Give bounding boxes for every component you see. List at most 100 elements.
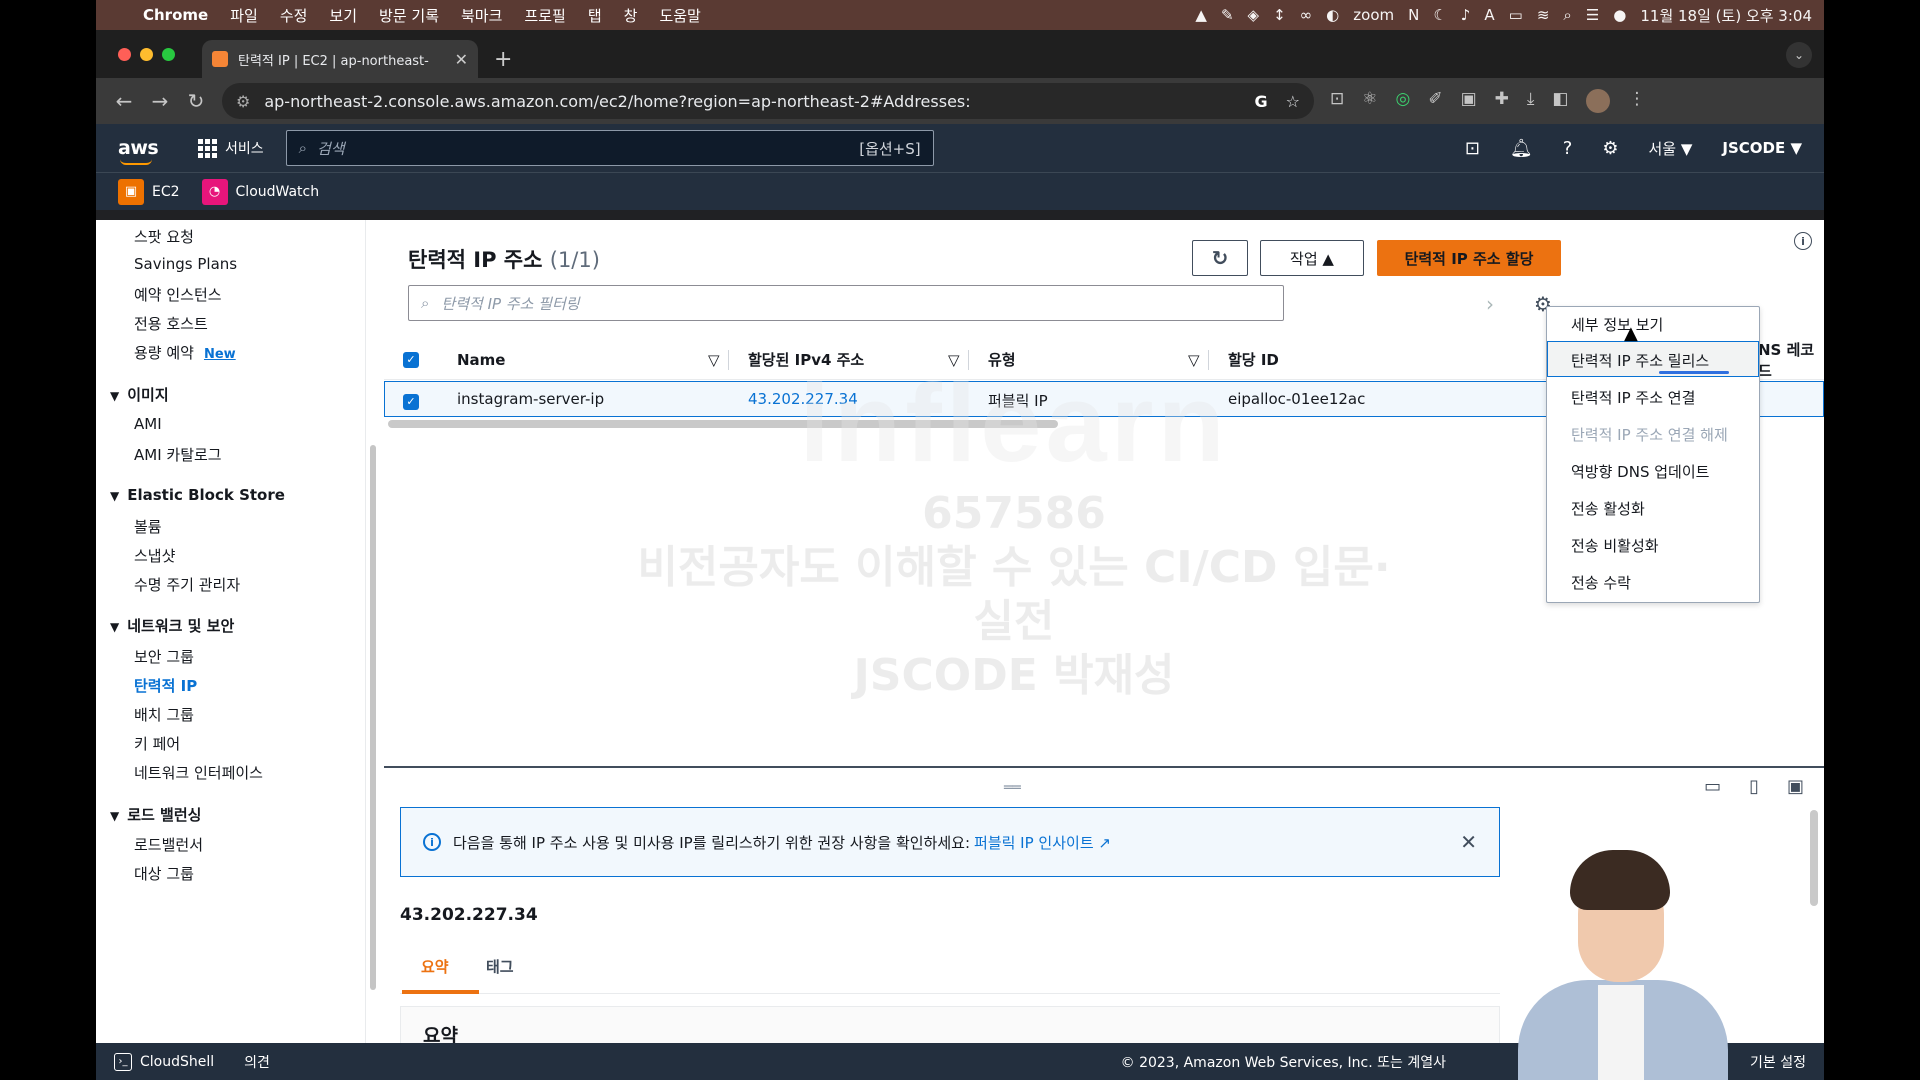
panel-side-icon[interactable]: ▯ — [1749, 776, 1759, 797]
cookie-preferences-link[interactable]: 기본 설정 — [1750, 1052, 1806, 1072]
screenshot-extension-icon[interactable]: ⊡ — [1330, 89, 1344, 113]
sidebar-item-ami[interactable]: AMI — [134, 415, 162, 433]
tab-summary[interactable]: 요약 — [421, 956, 449, 977]
sidebar-item-elastic-ips[interactable]: 탄력적 IP — [134, 675, 197, 696]
panel-bottom-icon[interactable]: ▭ — [1704, 776, 1721, 797]
forward-icon[interactable]: → — [142, 89, 178, 113]
sidebar-item-spot-requests[interactable]: 스팟 요청 — [134, 226, 194, 247]
extension-box-icon[interactable]: ▣ — [1461, 89, 1477, 113]
column-ipv4[interactable]: 할당된 IPv4 주소 — [748, 349, 864, 370]
green-extension-icon[interactable]: ◎ — [1396, 89, 1411, 113]
menu-window[interactable]: 창 — [613, 5, 649, 26]
battery-icon[interactable]: ▭ — [1509, 6, 1523, 24]
actions-button[interactable]: 작업 ▲ — [1260, 240, 1364, 276]
menubar-clock[interactable]: 11월 18일 (토) 오후 3:04 — [1640, 5, 1812, 26]
palette-icon[interactable]: ◐ — [1326, 6, 1339, 24]
close-tab-icon[interactable]: ✕ — [455, 50, 468, 69]
sidebar-section-load-balancing[interactable]: ▼ 로드 밸런싱 — [110, 804, 201, 825]
pagination-next-icon[interactable]: › — [1486, 292, 1494, 316]
sidebar-item-savings-plans[interactable]: Savings Plans — [134, 255, 237, 273]
sort-type-icon[interactable]: ▽ — [1188, 351, 1200, 369]
new-tab-button[interactable]: + — [494, 47, 512, 72]
menu-item-enable-transfer[interactable]: 전송 활성화 — [1571, 498, 1645, 519]
input-source-icon[interactable]: A — [1484, 6, 1494, 24]
row-checkbox[interactable]: ✓ — [403, 391, 419, 410]
vlc-icon[interactable]: ▲ — [1195, 6, 1207, 24]
help-icon[interactable]: ? — [1563, 138, 1573, 159]
split-panel-divider[interactable] — [384, 766, 1824, 768]
select-all-checkbox[interactable]: ✓ — [403, 351, 419, 368]
sort-ipv4-icon[interactable]: ▽ — [948, 351, 960, 369]
menu-help[interactable]: 도움말 — [648, 5, 711, 26]
sidebar-item-volumes[interactable]: 볼륨 — [134, 516, 162, 537]
sidebar-item-reserved-instances[interactable]: 예약 인스턴스 — [134, 284, 222, 305]
column-dns-record[interactable]: NS 레코드 — [1758, 339, 1824, 381]
menu-edit[interactable]: 수정 — [269, 5, 319, 26]
sidebar-item-capacity-reservations[interactable]: 용량 예약 New — [134, 342, 236, 363]
url-text[interactable]: ap-northeast-2.console.aws.amazon.com/ec… — [264, 92, 1254, 111]
feedback-link[interactable]: 의견 — [244, 1052, 270, 1072]
moon-icon[interactable]: ☾ — [1433, 6, 1446, 24]
menu-item-accept-transfer[interactable]: 전송 수락 — [1571, 572, 1631, 593]
sidebar-item-load-balancers[interactable]: 로드밸런서 — [134, 834, 203, 855]
cloudshell-icon[interactable]: ⊡ — [1465, 138, 1480, 159]
menu-item-update-reverse-dns[interactable]: 역방향 DNS 업데이트 — [1571, 461, 1709, 482]
updown-icon[interactable]: ↕ — [1273, 6, 1286, 24]
resize-handle-icon[interactable]: ══ — [1004, 780, 1021, 796]
sidebar-scrollbar[interactable] — [370, 445, 376, 990]
info-icon[interactable]: i — [1794, 232, 1812, 250]
tab-search-icon[interactable]: ⌄ — [1786, 42, 1812, 68]
back-icon[interactable]: ← — [106, 89, 142, 113]
menu-file[interactable]: 파일 — [219, 5, 269, 26]
sidebar-item-snapshots[interactable]: 스냅샷 — [134, 545, 175, 566]
menu-item-associate-eip[interactable]: 탄력적 IP 주소 연결 — [1571, 387, 1695, 408]
close-window-button[interactable] — [118, 48, 131, 61]
sidebar-item-key-pairs[interactable]: 키 페어 — [134, 733, 180, 754]
maximize-window-button[interactable] — [162, 48, 175, 61]
sidebar-section-ebs[interactable]: ▼ Elastic Block Store — [110, 486, 285, 504]
menu-item-view-details[interactable]: 세부 정보 보기 — [1571, 314, 1663, 335]
profile-avatar[interactable] — [1586, 89, 1611, 113]
cell-ipv4-link[interactable]: 43.202.227.34 — [748, 390, 858, 408]
sidebar-item-dedicated-hosts[interactable]: 전용 호스트 — [134, 313, 208, 334]
column-name[interactable]: Name — [457, 351, 505, 369]
menu-bookmarks[interactable]: 북마크 — [450, 5, 513, 26]
sort-name-icon[interactable]: ▽ — [708, 351, 720, 369]
bookmark-star-icon[interactable]: ☆ — [1286, 92, 1300, 111]
siri-icon[interactable]: ● — [1613, 6, 1626, 24]
filter-input[interactable]: ⌕ 탄력적 IP 주소 필터링 — [408, 285, 1284, 321]
extensions-puzzle-icon[interactable]: ✚ — [1495, 89, 1509, 113]
settings-gear-icon[interactable]: ⚙ — [1602, 138, 1618, 159]
cloudshell-button[interactable]: ›_ CloudShell — [114, 1052, 214, 1071]
region-selector[interactable]: 서울 ▼ — [1648, 138, 1692, 159]
color-picker-icon[interactable]: ✐ — [1428, 89, 1442, 113]
sidebar-item-network-interfaces[interactable]: 네트워크 인터페이스 — [134, 762, 263, 783]
wifi-icon[interactable]: ≋ — [1537, 6, 1550, 24]
chrome-menu-icon[interactable]: ⋮ — [1628, 89, 1645, 113]
sidebar-section-images[interactable]: ▼ 이미지 — [110, 384, 169, 405]
sidebar-section-network-security[interactable]: ▼ 네트워크 및 보안 — [110, 615, 234, 636]
notifications-bell-icon[interactable]: 🔔︎ — [1510, 138, 1533, 159]
react-devtools-icon[interactable]: ⚛ — [1362, 89, 1377, 113]
zoom-status[interactable]: zoom — [1353, 6, 1394, 24]
control-center-icon[interactable]: ☰ — [1586, 6, 1599, 24]
sidebar-item-target-groups[interactable]: 대상 그룹 — [134, 863, 194, 884]
allocate-elastic-ip-button[interactable]: 탄력적 IP 주소 할당 — [1377, 240, 1561, 276]
sidebar-item-placement-groups[interactable]: 배치 그룹 — [134, 704, 194, 725]
pen-icon[interactable]: ✎ — [1221, 6, 1234, 24]
menu-view[interactable]: 보기 — [318, 5, 368, 26]
menu-app-chrome[interactable]: Chrome — [132, 6, 219, 24]
favorite-ec2[interactable]: ▣ EC2 — [118, 178, 180, 205]
favorite-cloudwatch[interactable]: ◔ CloudWatch — [201, 178, 319, 205]
site-info-icon[interactable]: ⚙ — [236, 92, 250, 111]
account-menu[interactable]: JSCODE ▼ — [1722, 139, 1802, 157]
google-lens-icon[interactable]: G — [1255, 92, 1268, 111]
menu-history[interactable]: 방문 기록 — [368, 5, 450, 26]
menu-tab[interactable]: 탭 — [577, 5, 613, 26]
panel-hide-icon[interactable]: ▣ — [1787, 776, 1804, 797]
address-bar[interactable]: ⚙ ap-northeast-2.console.aws.amazon.com/… — [222, 83, 1314, 119]
column-type[interactable]: 유형 — [988, 349, 1016, 370]
table-horizontal-scrollbar[interactable] — [388, 420, 1058, 428]
sidebar-item-lifecycle-manager[interactable]: 수명 주기 관리자 — [134, 574, 240, 595]
close-icon[interactable]: ✕ — [1460, 830, 1477, 854]
